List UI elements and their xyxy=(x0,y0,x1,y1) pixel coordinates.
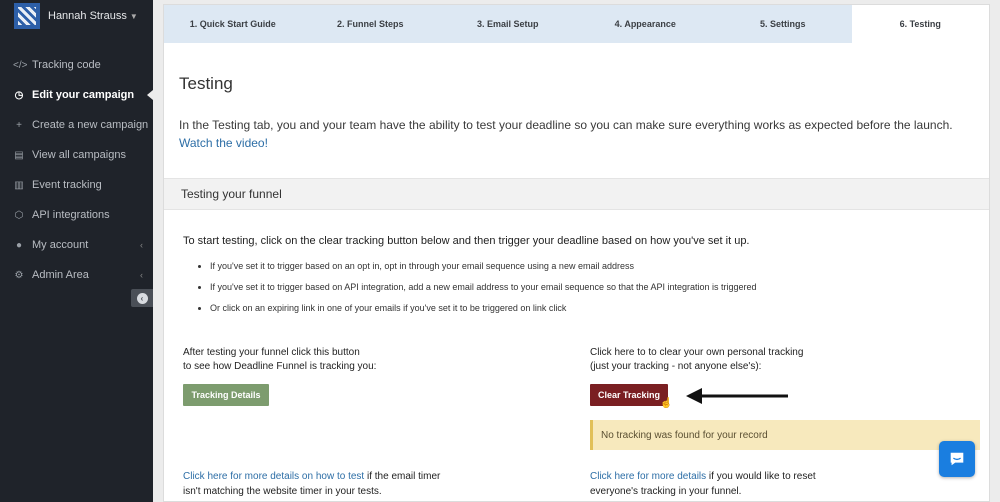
sidebar-item-label: Admin Area xyxy=(32,269,89,281)
sidebar-nav: </> Tracking code ◷ Edit your campaign +… xyxy=(0,50,153,290)
reset-details-link[interactable]: Click here for more details xyxy=(590,471,706,482)
annotation-arrow-icon xyxy=(686,388,788,404)
sidebar-item-api-integrations[interactable]: ⬡ API integrations xyxy=(0,200,153,230)
sidebar-item-admin-area[interactable]: ⚙ Admin Area ‹ xyxy=(0,260,153,290)
user-icon: ● xyxy=(15,239,23,251)
clock-icon: ◷ xyxy=(14,89,24,101)
list-item: If you've set it to trigger based on API… xyxy=(210,280,757,301)
chevron-left-icon: ‹ xyxy=(140,270,143,280)
bar-chart-icon: ▥ xyxy=(14,179,24,191)
intro-text: In the Testing tab, you and your team ha… xyxy=(179,118,953,132)
list-icon: ▤ xyxy=(14,149,24,161)
sidebar-item-my-account[interactable]: ● My account ‹ xyxy=(0,230,153,260)
user-name: Hannah Strauss xyxy=(48,10,127,22)
watch-video-link[interactable]: Watch the video! xyxy=(179,136,268,150)
sidebar-item-tracking-code[interactable]: </> Tracking code xyxy=(0,50,153,80)
avatar xyxy=(14,3,40,29)
section-header: Testing your funnel xyxy=(164,178,989,210)
cube-icon: ⬡ xyxy=(14,209,24,221)
sidebar-item-label: Create a new campaign xyxy=(32,119,149,131)
description-line: After testing your funnel click this but… xyxy=(183,347,360,358)
tab-testing[interactable]: 6. Testing xyxy=(851,5,989,43)
sidebar-item-create-campaign[interactable]: + Create a new campaign xyxy=(0,110,153,140)
sidebar-item-label: API integrations xyxy=(32,209,110,221)
collapse-sidebar-button[interactable]: ‹ xyxy=(131,289,153,307)
testing-steps-list: If you've set it to trigger based on an … xyxy=(210,259,757,322)
sidebar-item-label: Tracking code xyxy=(32,59,101,71)
note-text: if the email timer xyxy=(364,471,441,482)
sidebar: Hannah Strauss ▼ </> Tracking code ◷ Edi… xyxy=(0,0,153,502)
note-line: Click here for more details on how to te… xyxy=(183,469,440,484)
intro-paragraph: In the Testing tab, you and your team ha… xyxy=(179,116,979,152)
note-line: Click here for more details if you would… xyxy=(590,469,816,484)
tracking-details-description: After testing your funnel click this but… xyxy=(183,346,376,374)
tab-email-setup[interactable]: 3. Email Setup xyxy=(439,5,577,43)
tab-bar: 1. Quick Start Guide 2. Funnel Steps 3. … xyxy=(164,5,989,43)
note-line: everyone's tracking in your funnel. xyxy=(590,486,742,497)
description-line: to see how Deadline Funnel is tracking y… xyxy=(183,361,377,372)
plus-icon: + xyxy=(16,119,22,131)
arrow-left-icon: ‹ xyxy=(136,292,148,304)
tracking-details-button[interactable]: Tracking Details xyxy=(183,384,269,406)
chat-bubble-icon xyxy=(950,452,964,466)
chevron-left-icon: ‹ xyxy=(140,240,143,250)
test-details-link[interactable]: Click here for more details on how to te… xyxy=(183,471,364,482)
hand-cursor-icon: ☝ xyxy=(660,398,673,409)
sidebar-item-event-tracking[interactable]: ▥ Event tracking xyxy=(0,170,153,200)
chat-button[interactable] xyxy=(939,441,975,477)
main-panel: 1. Quick Start Guide 2. Funnel Steps 3. … xyxy=(163,4,990,502)
testing-instructions: To start testing, click on the clear tra… xyxy=(183,235,750,247)
user-menu[interactable]: Hannah Strauss ▼ xyxy=(14,3,138,29)
description-line: (just your tracking - not anyone else's)… xyxy=(590,361,762,372)
note-text: if you would like to reset xyxy=(706,471,816,482)
clear-tracking-description: Click here to to clear your own personal… xyxy=(590,346,803,374)
list-item: Or click on an expiring link in one of y… xyxy=(210,301,757,322)
sidebar-item-label: View all campaigns xyxy=(32,149,126,161)
sidebar-item-label: Edit your campaign xyxy=(32,89,135,101)
tab-funnel-steps[interactable]: 2. Funnel Steps xyxy=(302,5,440,43)
tab-settings[interactable]: 5. Settings xyxy=(714,5,852,43)
tab-quick-start-guide[interactable]: 1. Quick Start Guide xyxy=(164,5,302,43)
tab-appearance[interactable]: 4. Appearance xyxy=(577,5,715,43)
page-title: Testing xyxy=(179,74,233,93)
clear-tracking-button[interactable]: Clear Tracking xyxy=(590,384,668,406)
list-item: If you've set it to trigger based on an … xyxy=(210,259,757,280)
description-line: Click here to to clear your own personal… xyxy=(590,347,804,358)
gears-icon: ⚙ xyxy=(14,269,24,281)
note-line: isn't matching the website timer in your… xyxy=(183,486,382,497)
sidebar-item-view-campaigns[interactable]: ▤ View all campaigns xyxy=(0,140,153,170)
no-tracking-notice: No tracking was found for your record xyxy=(590,420,980,450)
chevron-down-icon: ▼ xyxy=(129,11,138,21)
code-icon: </> xyxy=(13,59,28,71)
sidebar-item-edit-campaign[interactable]: ◷ Edit your campaign xyxy=(0,80,153,110)
section-title: Testing your funnel xyxy=(181,187,282,201)
sidebar-item-label: My account xyxy=(32,239,89,251)
test-details-note: Click here for more details on how to te… xyxy=(183,469,440,499)
reset-tracking-note: Click here for more details if you would… xyxy=(590,469,816,499)
sidebar-item-label: Event tracking xyxy=(32,179,102,191)
